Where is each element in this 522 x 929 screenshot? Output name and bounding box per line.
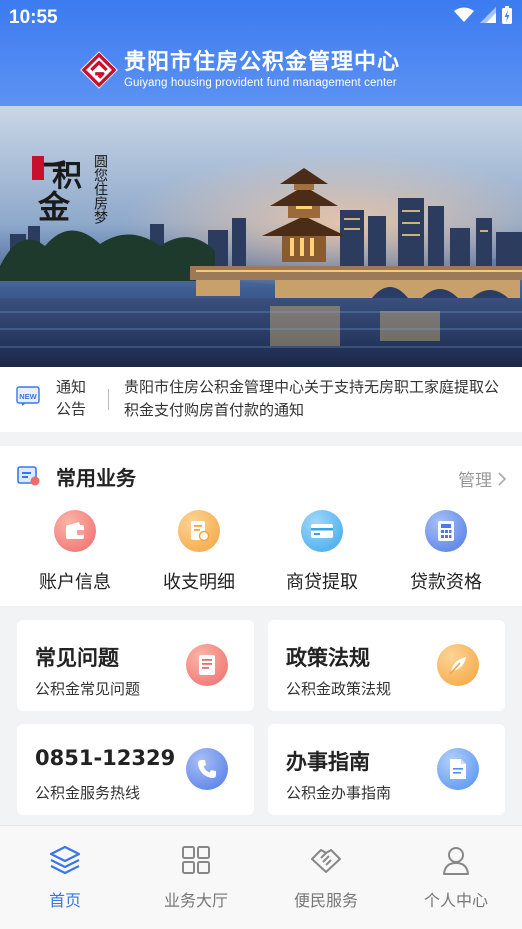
tab-convenience-service[interactable]: 便民服务	[271, 845, 381, 911]
card-subtitle: 公积金政策法规	[286, 680, 392, 698]
fund-logo-icon	[80, 51, 118, 89]
brand: 贵阳市住房公积金管理中心 Guiyang housing provident f…	[80, 50, 400, 90]
card-guide[interactable]: 办事指南 公积金办事指南	[268, 724, 505, 815]
calculator-icon	[425, 510, 467, 552]
new-badge-text: NEW	[19, 392, 37, 401]
seal-stamp-icon	[32, 156, 44, 180]
wifi-icon	[454, 7, 474, 22]
service-label: 账户信息	[39, 572, 111, 593]
tab-home[interactable]: 首页	[10, 845, 120, 911]
status-time: 10:55	[9, 7, 58, 28]
tab-label: 首页	[48, 891, 81, 910]
person-icon	[443, 847, 469, 875]
home-layers-icon	[49, 845, 81, 875]
notice-divider	[108, 389, 109, 410]
tab-personal-center[interactable]: 个人中心	[401, 845, 511, 911]
service-label: 贷款资格	[410, 572, 482, 593]
signal-icon	[480, 7, 496, 23]
notice-label: 通知公告	[56, 378, 87, 418]
file-icon	[437, 748, 479, 790]
manage-label: 管理	[458, 471, 492, 491]
manage-button[interactable]: 管理	[458, 466, 506, 491]
services-icon	[17, 466, 40, 486]
banner-brand-glyph-3: 金	[37, 188, 71, 226]
banner-slogan: 圆您住房梦	[92, 154, 108, 224]
card-policy[interactable]: 政策法规 公积金政策法规	[268, 620, 505, 711]
tab-business-hall[interactable]: 业务大厅	[141, 845, 251, 911]
card-title: 办事指南	[286, 750, 370, 774]
card-subtitle: 公积金办事指南	[286, 784, 392, 802]
tab-label: 便民服务	[293, 891, 358, 910]
service-account-info[interactable]: 账户信息	[15, 510, 135, 594]
banner-calligraphy: 一 积 金 圆您住房梦	[32, 147, 108, 226]
feather-icon	[437, 644, 479, 686]
status-icons	[454, 6, 512, 24]
brand-title-en: Guiyang housing provident fund managemen…	[124, 77, 397, 89]
document-icon	[186, 644, 228, 686]
card-subtitle: 公积金常见问题	[35, 680, 141, 698]
service-loan-qualification[interactable]: 贷款资格	[386, 510, 506, 594]
card-faq[interactable]: 常见问题 公积金常见问题	[17, 620, 254, 711]
tab-label: 个人中心	[423, 891, 488, 910]
card-icon	[301, 510, 343, 552]
service-label: 收支明细	[163, 572, 235, 593]
tab-label: 业务大厅	[163, 891, 228, 910]
app-screen: 10:55 贵阳市住房公积金管理中心 Guiyang housing provi…	[0, 0, 522, 929]
brand-title-cn: 贵阳市住房公积金管理中心	[124, 50, 401, 75]
service-income-expense[interactable]: 收支明细	[139, 510, 259, 594]
card-hotline[interactable]: 0851-12329 公积金服务热线	[17, 724, 254, 815]
handshake-icon	[311, 849, 341, 873]
receipt-icon	[178, 510, 220, 552]
phone-icon	[186, 748, 228, 790]
common-services-title: 常用业务	[56, 466, 136, 490]
grid-icon	[182, 846, 210, 874]
service-commercial-loan-withdraw[interactable]: 商贷提取	[262, 510, 382, 594]
notice-text[interactable]: 贵阳市住房公积金管理中心关于支持无房职工家庭提取公积金支付购房首付款的通知	[124, 376, 509, 422]
battery-icon	[502, 6, 512, 24]
banner-image[interactable]: 一 积 金 圆您住房梦	[0, 106, 522, 367]
header: 10:55 贵阳市住房公积金管理中心 Guiyang housing provi…	[0, 0, 522, 106]
new-badge-icon: NEW	[16, 386, 40, 406]
card-subtitle: 公积金服务热线	[35, 784, 141, 802]
card-title: 0851-12329	[35, 746, 176, 770]
service-label: 商贷提取	[286, 572, 358, 593]
card-title: 常见问题	[35, 646, 119, 670]
wallet-icon	[54, 510, 96, 552]
chevron-right-icon	[498, 471, 506, 486]
card-title: 政策法规	[286, 646, 370, 670]
